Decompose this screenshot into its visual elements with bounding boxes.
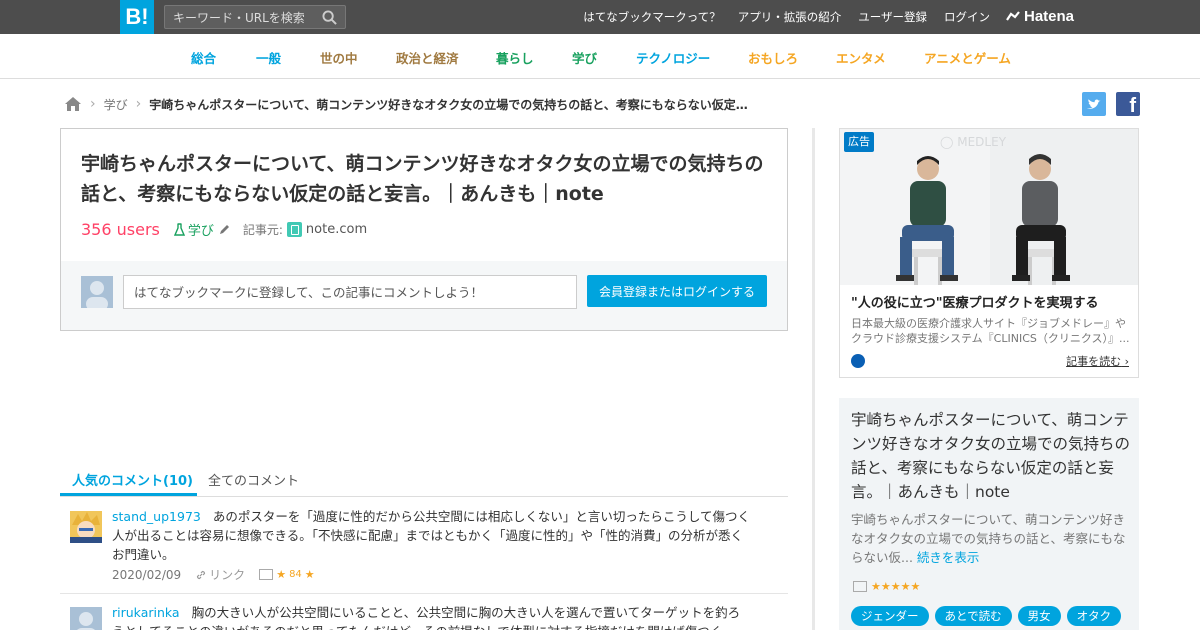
entry-box: 宇崎ちゃんポスターについて、萌コンテンツ好きなオタク女の立場での気持ちの話と、考…: [60, 128, 788, 331]
star-icon[interactable]: ★★★★★: [871, 580, 920, 593]
category-entertainment[interactable]: エンタメ: [836, 48, 886, 67]
link-icon: [197, 570, 206, 579]
source-domain: note.com: [305, 221, 368, 237]
avatar[interactable]: [70, 511, 102, 543]
summary-text: 宇崎ちゃんポスターについて、萌コンテンツ好きなオタク女の立場での気持ちの話と、考…: [851, 510, 1131, 567]
list-item: rirukarinka 胸の大きい人が公共空間にいることと、公共空間に胸の大きい…: [60, 603, 788, 630]
comment-text: 胸の大きい人が公共空間にいることと、公共空間に胸の大きい人を選んで置いてターゲッ…: [112, 605, 741, 630]
home-icon[interactable]: [64, 96, 82, 112]
comment-username[interactable]: stand_up1973: [112, 509, 201, 524]
list-item: stand_up1973 あのポスターを「過度に性的だから公共空間には相応しくな…: [60, 507, 788, 594]
show-more-link[interactable]: 続きを表示: [917, 550, 980, 565]
hatena-bookmark-logo[interactable]: B!: [120, 0, 154, 34]
comment-tabs: 人気のコメント(10) 全てのコメント: [60, 460, 788, 497]
entry-category[interactable]: 学び: [173, 220, 214, 239]
add-star-icon[interactable]: ★: [305, 568, 315, 581]
facebook-share-icon[interactable]: f: [1116, 92, 1140, 116]
category-nav: 総合 一般 世の中 政治と経済 暮らし 学び テクノロジー おもしろ エンタメ …: [0, 34, 1200, 79]
category-fun[interactable]: おもしろ: [748, 48, 798, 67]
note-favicon-icon: [286, 221, 302, 237]
category-social[interactable]: 世の中: [320, 48, 358, 67]
comment-footer: 2020/02/09 リンク ★ 84 ★: [112, 566, 315, 583]
nav-about[interactable]: はてなブックマークって？: [583, 9, 720, 25]
star-group: ★ 84 ★: [259, 568, 315, 581]
svg-text:◯ MEDLEY: ◯ MEDLEY: [940, 135, 1007, 149]
summary-excerpt: 宇崎ちゃんポスターについて、萌コンテンツ好きなオタク女の立場での気持ちの話と、考…: [851, 512, 1126, 565]
comment-link[interactable]: リンク: [195, 566, 245, 583]
category-economics[interactable]: 政治と経済: [396, 48, 459, 67]
hatena-brand: Hatena: [1024, 8, 1075, 25]
breadcrumb-category[interactable]: 学び: [104, 96, 128, 113]
avatar[interactable]: [70, 607, 102, 630]
hatena-logo[interactable]: Hatena: [1006, 8, 1074, 25]
tag-read-later[interactable]: あとで読む: [934, 606, 1012, 626]
top-bar: B! はてなブックマークって？ アプリ・拡張の紹介 ユーザー登録 ログイン Ha…: [0, 0, 1200, 34]
comment-body: stand_up1973 あのポスターを「過度に性的だから公共空間には相応しくな…: [112, 507, 752, 564]
comment-input[interactable]: [123, 275, 577, 309]
comment-text: あのポスターを「過度に性的だから公共空間には相応しくない」と言い切ったらこうして…: [112, 509, 750, 562]
search-icon[interactable]: [322, 10, 337, 25]
entry-summary-card: 宇崎ちゃんポスターについて、萌コンテンツ好きなオタク女の立場での気持ちの話と、考…: [839, 398, 1139, 630]
avatar: [81, 276, 113, 308]
star-icon[interactable]: ★: [276, 568, 286, 581]
advertiser-logo-icon: [851, 354, 865, 368]
comment-body: rirukarinka 胸の大きい人が公共空間にいることと、公共空間に胸の大きい…: [112, 603, 752, 630]
ad-unit[interactable]: ◯ MEDLEY 広告 "人の役に立つ"医療プロダクトを実現する 日本最大級の医…: [839, 128, 1139, 378]
tag-otaku[interactable]: オタク: [1066, 606, 1122, 626]
tag-list: ジェンダー あとで読む 男女 オタク: [851, 606, 1122, 626]
nav-login[interactable]: ログイン: [944, 9, 990, 25]
category-technology[interactable]: テクノロジー: [636, 48, 710, 67]
twitter-share-icon[interactable]: [1082, 92, 1106, 116]
search-input[interactable]: [173, 9, 313, 27]
breadcrumb-title: 宇崎ちゃんポスターについて、萌コンテンツ好きなオタク女の立場での気持ちの話と、考…: [149, 97, 748, 112]
tab-all-comments[interactable]: 全てのコメント: [208, 470, 299, 489]
category-general[interactable]: 一般: [256, 48, 281, 67]
summary-stars: ★★★★★: [853, 580, 920, 593]
source-link[interactable]: note.com: [286, 221, 368, 237]
category-life[interactable]: 暮らし: [496, 48, 534, 67]
category-game[interactable]: アニメとゲーム: [924, 48, 1011, 67]
category-all[interactable]: 総合: [191, 48, 216, 67]
image-icon[interactable]: [259, 569, 274, 580]
top-nav: はてなブックマークって？ アプリ・拡張の紹介 ユーザー登録 ログイン: [583, 0, 990, 34]
flask-icon: [173, 222, 185, 236]
comment-link-label: リンク: [209, 568, 246, 582]
comment-date[interactable]: 2020/02/09: [112, 568, 181, 582]
active-tab-indicator: [60, 493, 197, 496]
chevron-right-icon: ›: [135, 96, 142, 112]
column-divider: [812, 128, 815, 630]
ad-headline[interactable]: "人の役に立つ"医療プロダクトを実現する: [851, 292, 1099, 311]
ad-badge: 広告: [844, 132, 874, 152]
register-login-button[interactable]: 会員登録またはログインする: [587, 275, 767, 307]
hatena-mark-icon: [1006, 10, 1020, 21]
nav-apps[interactable]: アプリ・拡張の紹介: [738, 9, 842, 25]
search-box: [164, 5, 346, 29]
breadcrumb: › 学び › 宇崎ちゃんポスターについて、萌コンテンツ好きなオタク女の立場での気…: [64, 94, 748, 114]
ad-description: 日本最大級の医療介護求人サイト『ジョブメドレー』やクラウド診療支援システム『CL…: [851, 317, 1130, 345]
comment-form: 会員登録またはログインする: [61, 261, 787, 330]
comment-username[interactable]: rirukarinka: [112, 605, 180, 620]
tag-men-women[interactable]: 男女: [1017, 606, 1061, 626]
ad-image[interactable]: ◯ MEDLEY 広告: [840, 129, 1138, 285]
nav-register[interactable]: ユーザー登録: [858, 9, 927, 25]
star-count[interactable]: 84: [289, 569, 302, 580]
entry-meta: 356 users 学び 記事元: note.com: [81, 218, 367, 240]
entry-title[interactable]: 宇崎ちゃんポスターについて、萌コンテンツ好きなオタク女の立場での気持ちの話と、考…: [81, 149, 771, 209]
chevron-right-icon: ›: [90, 96, 96, 112]
category-knowledge[interactable]: 学び: [572, 48, 597, 67]
ad-read-more-label: 記事を読む: [1066, 355, 1122, 368]
image-icon[interactable]: [853, 581, 867, 592]
source-label: 記事元:: [242, 222, 283, 237]
pencil-icon[interactable]: [218, 223, 231, 236]
entry-category-label: 学び: [187, 223, 214, 239]
ad-read-more-link[interactable]: 記事を読む ›: [1066, 353, 1129, 369]
tag-gender[interactable]: ジェンダー: [851, 606, 929, 626]
summary-title[interactable]: 宇崎ちゃんポスターについて、萌コンテンツ好きなオタク女の立場での気持ちの話と、考…: [851, 408, 1131, 504]
tab-popular-comments[interactable]: 人気のコメント(10): [72, 470, 193, 489]
bookmark-user-count[interactable]: 356 users: [81, 220, 160, 239]
